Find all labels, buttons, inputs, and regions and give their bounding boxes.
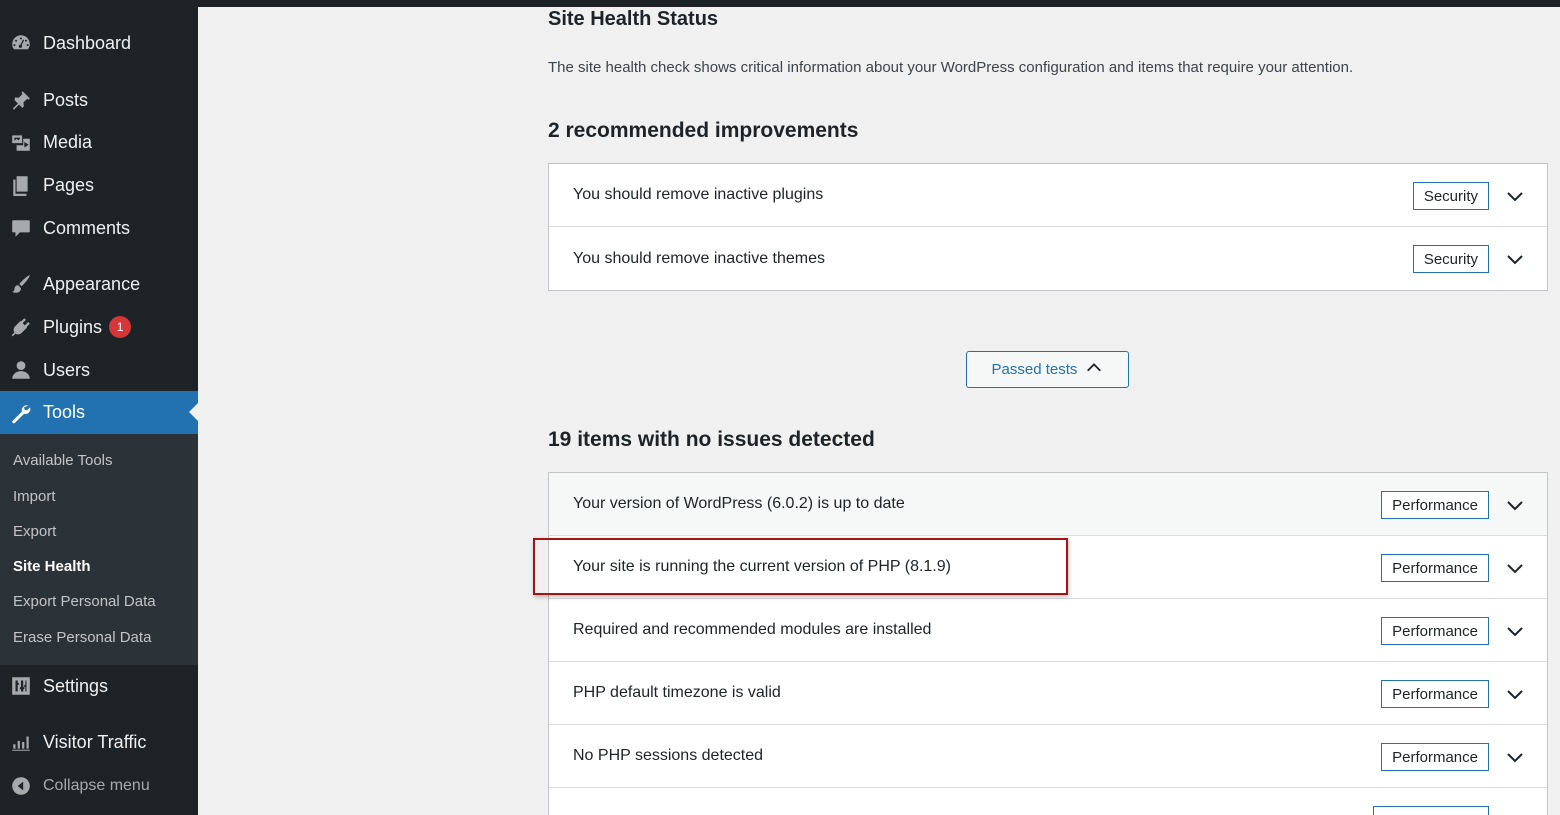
submenu-item-import[interactable]: Import	[13, 487, 56, 507]
recommended-accordion: You should remove inactive plugins Secur…	[548, 163, 1548, 291]
category-badge	[1373, 806, 1489, 815]
sidebar-item-label: Visitor Traffic	[43, 731, 147, 752]
collapse-icon	[9, 774, 33, 798]
accordion-row[interactable]: You should remove inactive plugins Secur…	[549, 164, 1547, 227]
accordion-row[interactable]	[549, 788, 1547, 815]
sidebar-item-label: Pages	[43, 174, 95, 195]
category-badge: Performance	[1381, 617, 1489, 645]
sidebar-item-settings[interactable]: Settings	[0, 666, 198, 706]
chevron-down-icon[interactable]	[1505, 621, 1525, 641]
accordion-row[interactable]: No PHP sessions detected Performance	[549, 725, 1547, 788]
wrench-icon	[9, 401, 33, 425]
category-badge: Security	[1412, 182, 1489, 210]
accordion-row[interactable]: Your site is running the current version…	[549, 536, 1547, 599]
accordion-row-label: Your version of WordPress (6.0.2) is up …	[573, 495, 905, 512]
passed-tests-toggle-button[interactable]: Passed tests	[966, 351, 1129, 388]
collapse-menu-label: Collapse menu	[43, 777, 150, 794]
sidebar-item-label: Media	[43, 131, 93, 152]
submenu-item-available-tools[interactable]: Available Tools	[13, 451, 113, 471]
recommended-heading: 2 recommended improvements	[548, 119, 859, 142]
paintbrush-icon	[9, 272, 33, 296]
accordion-row-label: PHP default timezone is valid	[573, 684, 781, 701]
category-badge: Performance	[1381, 680, 1489, 708]
accordion-row-label: Your site is running the current version…	[573, 558, 951, 575]
sidebar-item-label: Users	[43, 359, 91, 380]
sidebar-item-media[interactable]: Media	[0, 122, 198, 162]
chevron-up-icon	[1085, 359, 1103, 381]
sidebar-item-posts[interactable]: Posts	[0, 80, 198, 120]
settings-icon	[9, 674, 33, 698]
accordion-row-label: You should remove inactive plugins	[573, 186, 824, 203]
update-count-badge: 1	[109, 316, 132, 338]
category-badge: Security	[1412, 245, 1489, 273]
sidebar-item-dashboard[interactable]: Dashboard	[0, 23, 198, 63]
page-description: The site health check shows critical inf…	[548, 59, 1354, 76]
sidebar-item-label: Dashboard	[43, 32, 132, 53]
sidebar-item-label: Posts	[43, 89, 89, 110]
chart-icon	[9, 730, 33, 754]
admin-bar	[0, 0, 1560, 7]
page-title: Site Health Status	[548, 8, 719, 30]
chevron-down-icon[interactable]	[1505, 747, 1525, 767]
collapse-menu-button[interactable]: Collapse menu	[0, 766, 198, 806]
sidebar-item-visitor-traffic[interactable]: Visitor Traffic	[0, 722, 198, 762]
submenu-item-export-personal-data[interactable]: Export Personal Data	[13, 592, 156, 612]
sidebar-item-label: Comments	[43, 217, 131, 238]
dashboard-icon	[9, 31, 33, 55]
submenu-item-erase-personal-data[interactable]: Erase Personal Data	[13, 628, 151, 648]
sidebar-item-label: Appearance	[43, 273, 141, 294]
sidebar-item-comments[interactable]: Comments	[0, 208, 198, 248]
sidebar-item-label: Tools	[43, 402, 86, 422]
chevron-down-icon[interactable]	[1505, 558, 1525, 578]
sidebar-item-label: Settings	[43, 675, 109, 696]
sidebar-item-plugins[interactable]: Plugins 1	[0, 307, 198, 347]
accordion-row-label: No PHP sessions detected	[573, 747, 764, 764]
passed-accordion: Your version of WordPress (6.0.2) is up …	[548, 472, 1548, 815]
comment-icon	[9, 216, 33, 240]
accordion-row-label: Required and recommended modules are ins…	[573, 621, 932, 638]
accordion-row[interactable]: You should remove inactive themes Securi…	[549, 227, 1547, 290]
pushpin-icon	[9, 88, 33, 112]
chevron-down-icon[interactable]	[1505, 249, 1525, 269]
admin-sidebar: Dashboard Posts Media Pages Comments App…	[0, 0, 198, 815]
category-badge: Performance	[1381, 554, 1489, 582]
chevron-down-icon[interactable]	[1505, 684, 1525, 704]
sidebar-item-pages[interactable]: Pages	[0, 165, 198, 205]
chevron-down-icon[interactable]	[1505, 186, 1525, 206]
accordion-row[interactable]: PHP default timezone is valid Performanc…	[549, 662, 1547, 725]
tools-submenu: Available Tools Import Export Site Healt…	[0, 434, 198, 665]
sidebar-item-appearance[interactable]: Appearance	[0, 264, 198, 304]
chevron-down-icon[interactable]	[1505, 495, 1525, 515]
media-icon	[9, 130, 33, 154]
sidebar-item-users[interactable]: Users	[0, 350, 198, 390]
passed-heading: 19 items with no issues detected	[548, 428, 875, 451]
submenu-item-site-health[interactable]: Site Health	[13, 557, 91, 577]
user-icon	[9, 358, 33, 382]
pages-icon	[9, 173, 33, 197]
submenu-item-export[interactable]: Export	[13, 522, 56, 542]
plugin-icon	[9, 315, 33, 339]
category-badge: Performance	[1381, 491, 1489, 519]
accordion-row[interactable]: Your version of WordPress (6.0.2) is up …	[549, 473, 1547, 536]
passed-tests-label: Passed tests	[991, 361, 1078, 378]
accordion-row[interactable]: Required and recommended modules are ins…	[549, 599, 1547, 662]
sidebar-item-label: Plugins	[43, 316, 103, 337]
category-badge: Performance	[1381, 743, 1489, 771]
sidebar-item-tools[interactable]: Tools	[0, 391, 198, 434]
accordion-row-label: You should remove inactive themes	[573, 249, 825, 267]
